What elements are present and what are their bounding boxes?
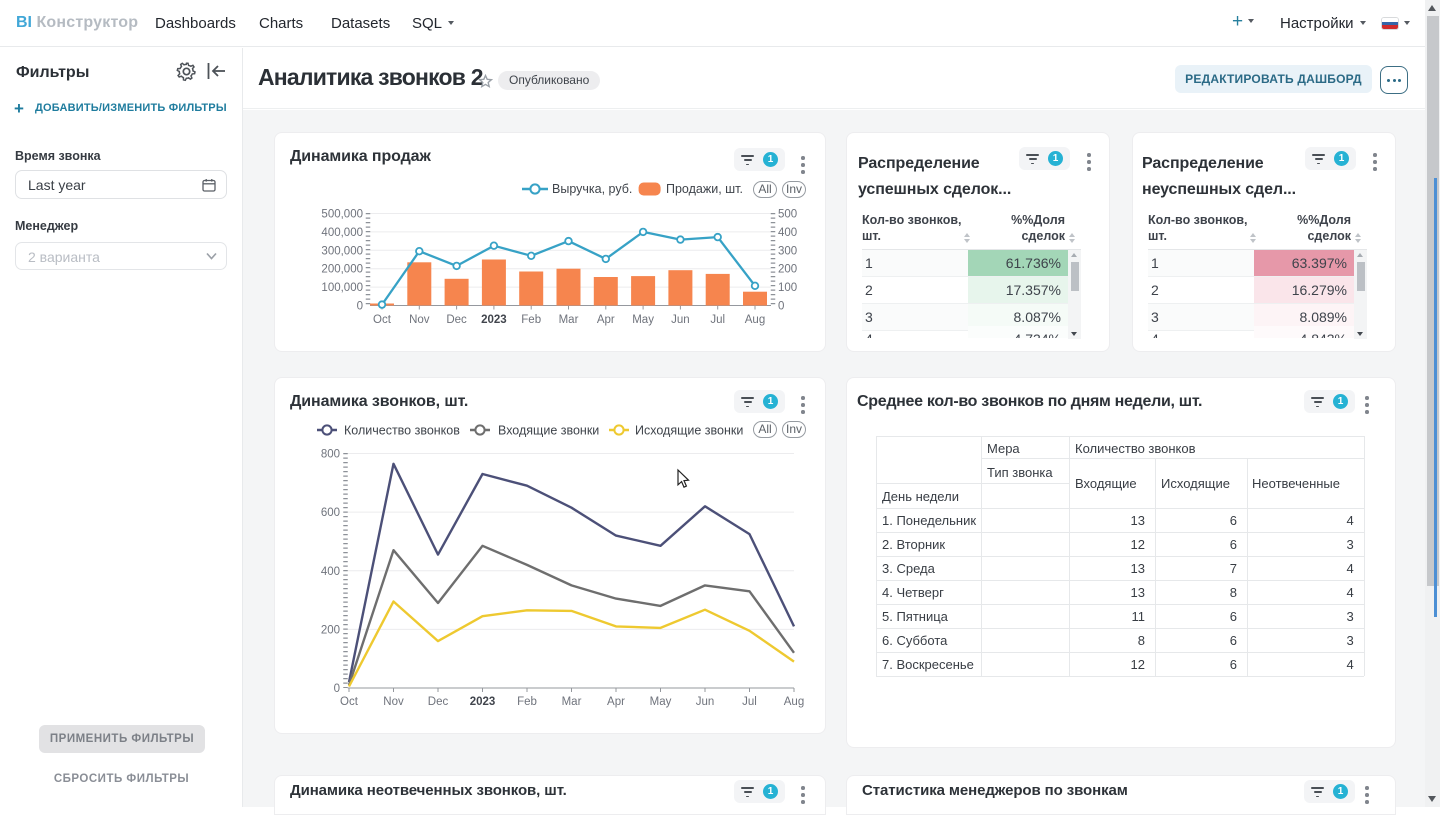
svg-text:600: 600 [321, 507, 340, 519]
svg-text:May: May [632, 314, 654, 326]
svg-text:500: 500 [778, 209, 797, 221]
svg-text:Nov: Nov [383, 696, 404, 708]
svg-text:Dec: Dec [446, 314, 467, 326]
svg-text:Jun: Jun [696, 696, 715, 708]
svg-text:Feb: Feb [517, 696, 537, 708]
svg-text:May: May [650, 696, 672, 708]
svg-text:Aug: Aug [745, 314, 765, 326]
svg-text:Входящие звонки: Входящие звонки [498, 424, 599, 438]
svg-text:Dec: Dec [428, 696, 449, 708]
svg-text:400,000: 400,000 [321, 227, 363, 239]
svg-text:Oct: Oct [373, 314, 392, 326]
svg-text:800: 800 [321, 449, 340, 461]
svg-text:400: 400 [778, 227, 797, 239]
svg-text:Mar: Mar [559, 314, 579, 326]
svg-text:Выручка, руб.: Выручка, руб. [552, 182, 632, 196]
svg-text:Исходящие звонки: Исходящие звонки [635, 424, 743, 438]
svg-text:300,000: 300,000 [321, 245, 363, 257]
svg-text:200,000: 200,000 [321, 264, 363, 276]
svg-text:Jul: Jul [742, 696, 757, 708]
svg-text:0: 0 [334, 683, 340, 695]
svg-text:Jul: Jul [710, 314, 725, 326]
svg-text:200: 200 [778, 264, 797, 276]
svg-text:Nov: Nov [409, 314, 430, 326]
svg-text:500,000: 500,000 [321, 209, 363, 221]
svg-text:Aug: Aug [784, 696, 804, 708]
svg-text:2023: 2023 [470, 696, 496, 708]
svg-text:300: 300 [778, 245, 797, 257]
svg-text:100,000: 100,000 [321, 282, 363, 294]
svg-text:0: 0 [778, 301, 784, 313]
svg-text:400: 400 [321, 566, 340, 578]
svg-text:2023: 2023 [481, 314, 507, 326]
svg-text:Количество звонков: Количество звонков [344, 424, 460, 438]
svg-text:Apr: Apr [597, 314, 615, 326]
svg-text:Jun: Jun [671, 314, 690, 326]
svg-text:Feb: Feb [521, 314, 541, 326]
svg-text:Mar: Mar [562, 696, 582, 708]
svg-text:Apr: Apr [607, 696, 625, 708]
svg-text:Oct: Oct [340, 696, 359, 708]
svg-text:200: 200 [321, 624, 340, 636]
svg-text:Продажи, шт.: Продажи, шт. [666, 182, 743, 196]
svg-text:0: 0 [357, 301, 363, 313]
svg-text:100: 100 [778, 282, 797, 294]
